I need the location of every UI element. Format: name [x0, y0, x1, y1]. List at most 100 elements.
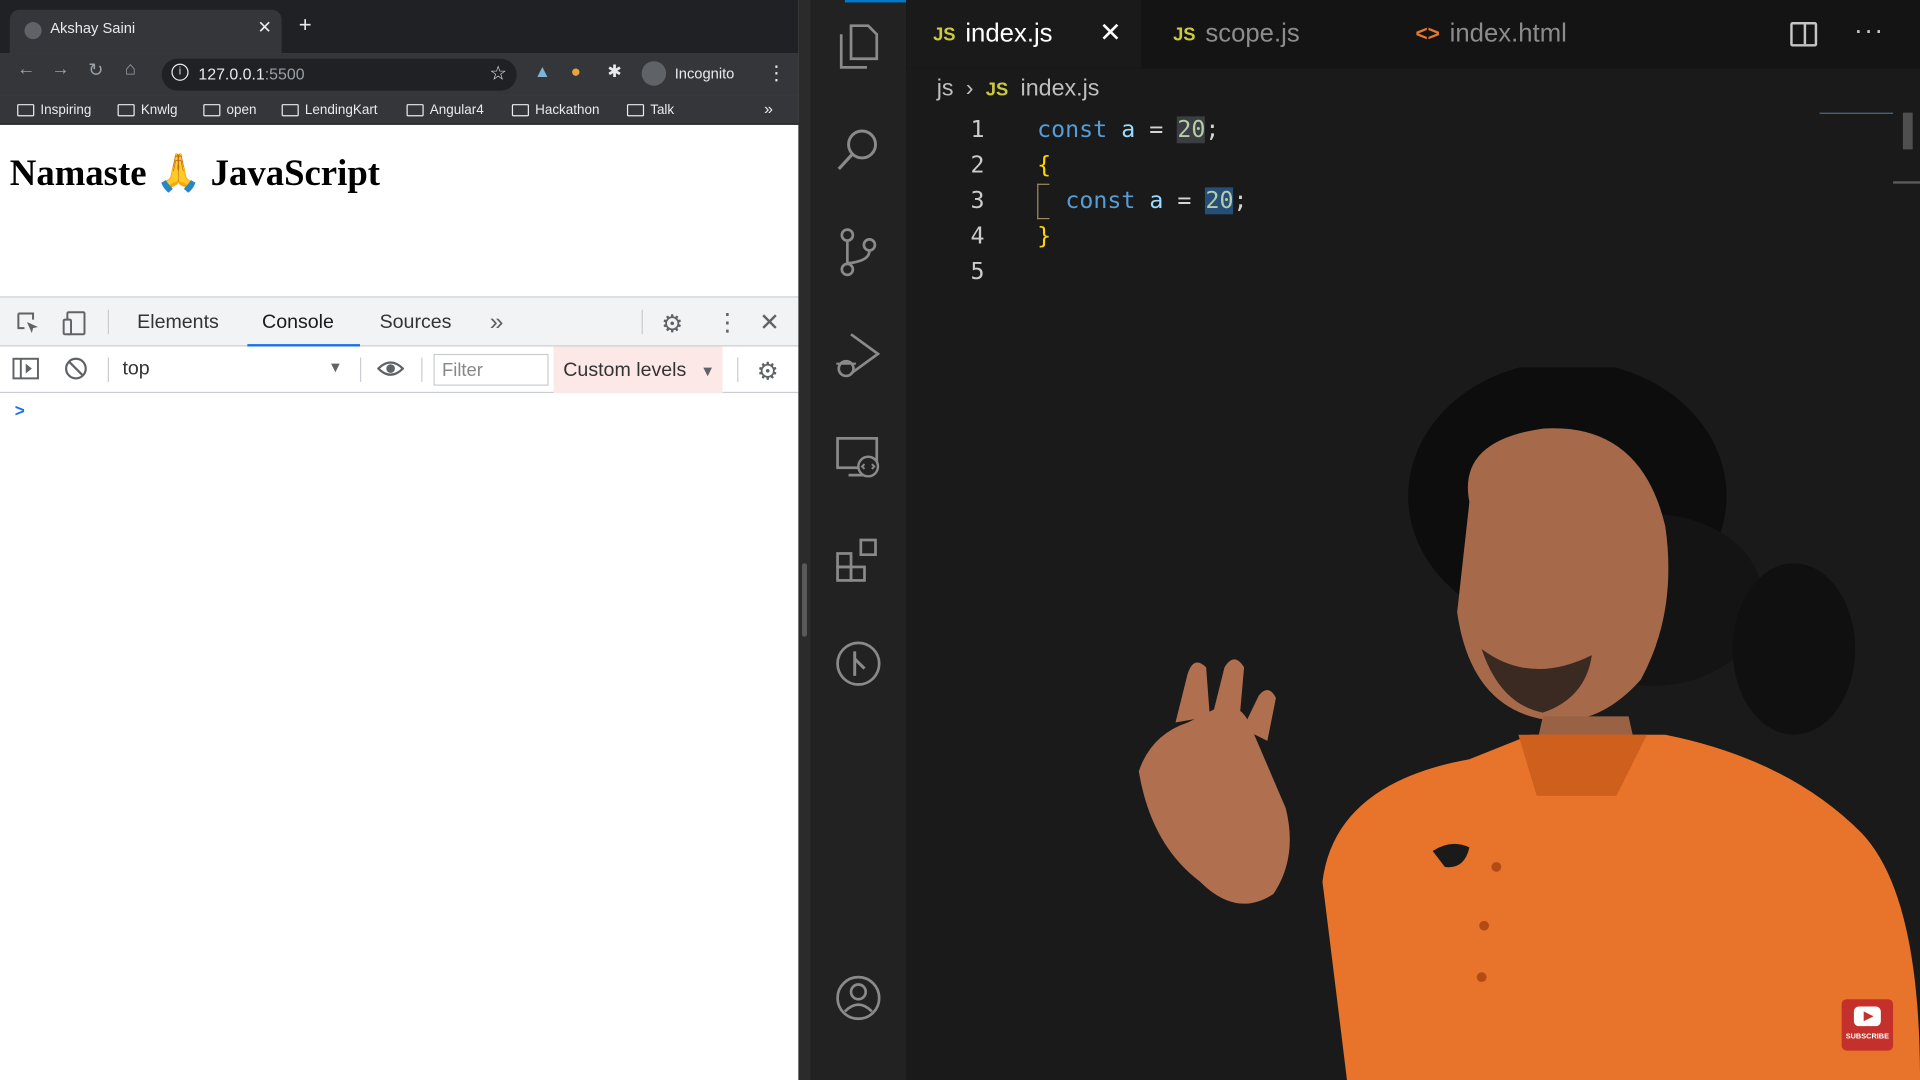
settings-gear-icon[interactable]: ⚙: [661, 309, 683, 340]
divider: [641, 309, 643, 335]
code-text: const a = 20;: [1065, 187, 1248, 215]
close-devtools-icon[interactable]: ✕: [759, 307, 780, 338]
minimap[interactable]: [1819, 112, 1894, 118]
log-levels-dropdown[interactable]: Custom levels ▼: [553, 346, 723, 394]
reload-icon[interactable]: ↻: [88, 59, 103, 81]
bookmark-item[interactable]: Angular4: [406, 100, 484, 120]
editor-scrollbar[interactable]: [1902, 112, 1913, 150]
site-info-icon[interactable]: i: [171, 63, 189, 81]
extensions-puzzle-icon[interactable]: ✱: [607, 61, 621, 82]
incognito-icon[interactable]: [641, 61, 667, 86]
code-line[interactable]: 5: [906, 255, 1920, 291]
extensions-icon[interactable]: [834, 536, 883, 585]
bookmark-item[interactable]: open: [203, 100, 257, 120]
folder-icon: [203, 104, 221, 117]
source-control-icon[interactable]: [834, 228, 883, 277]
devtools-panel: Elements Console Sources » ⚙ ⋮ ✕ top ▼ F…: [0, 296, 799, 1080]
code-text: }: [1037, 222, 1052, 250]
bookmark-item[interactable]: Inspiring: [17, 100, 91, 120]
page-content: Namaste 🙏 JavaScript: [0, 124, 799, 297]
code-line[interactable]: 3 const a = 20;: [906, 183, 1920, 220]
address-bar[interactable]: i 127.0.0.1:5500 ☆: [161, 58, 517, 91]
youtube-play-icon: [1853, 1006, 1881, 1027]
account-icon[interactable]: [834, 973, 883, 1022]
folder-icon: [406, 104, 424, 117]
console-settings-gear-icon[interactable]: ⚙: [757, 356, 779, 387]
subscribe-label: SUBSCRIBE: [1845, 1033, 1890, 1041]
device-toolbar-icon[interactable]: [61, 310, 88, 343]
tab-index-html[interactable]: <> index.html: [1389, 0, 1614, 69]
tab-label: index.js: [965, 19, 1053, 48]
incognito-label: Incognito: [674, 64, 735, 83]
tab-scope-js[interactable]: JS scope.js: [1146, 0, 1386, 69]
chevron-down-icon: ▼: [700, 362, 715, 380]
editor-tabs: JS index.js ✕ JS scope.js <> index.html …: [906, 0, 1920, 69]
divider: [737, 357, 739, 383]
line-number: 3: [970, 187, 985, 215]
close-tab-icon[interactable]: ✕: [257, 17, 271, 38]
code-editor[interactable]: 1 const a = 20; 2 { 3 const a = 20; 4 } …: [906, 113, 1920, 291]
bracket-guide: [1037, 183, 1050, 220]
search-icon[interactable]: [834, 125, 883, 174]
code-line[interactable]: 2 {: [906, 148, 1920, 184]
tab-elements[interactable]: Elements: [137, 312, 219, 334]
overview-ruler-mark: [1893, 181, 1920, 184]
pane-divider: [798, 0, 811, 1080]
activity-accent: [844, 0, 907, 3]
folder-icon: [17, 104, 35, 117]
inspect-element-icon[interactable]: [15, 310, 42, 343]
back-icon[interactable]: ←: [17, 59, 35, 80]
bookmark-star-icon[interactable]: ☆: [489, 61, 507, 85]
activity-bar: [810, 0, 907, 1080]
forward-icon[interactable]: →: [51, 59, 69, 80]
tab-label: scope.js: [1205, 19, 1300, 48]
tab-index-js[interactable]: JS index.js ✕: [906, 0, 1142, 69]
divider: [107, 357, 109, 383]
browser-menu-icon[interactable]: ⋮: [767, 61, 787, 85]
tab-console[interactable]: Console: [262, 312, 334, 334]
html-file-icon: <>: [1415, 22, 1440, 46]
devtools-menu-icon[interactable]: ⋮: [715, 307, 739, 338]
show-sidebar-icon[interactable]: [12, 356, 39, 387]
presenter-figure: [1138, 367, 1920, 1080]
run-debug-icon[interactable]: [834, 331, 883, 380]
console-prompt[interactable]: >: [15, 400, 25, 420]
bookmark-item[interactable]: LendingKart: [281, 100, 378, 120]
resize-handle[interactable]: [802, 563, 807, 637]
new-tab-button[interactable]: +: [299, 12, 312, 38]
browser-tab[interactable]: Akshay Saini ✕: [9, 9, 282, 54]
explorer-files-icon[interactable]: [834, 22, 883, 71]
code-line[interactable]: 1 const a = 20;: [906, 113, 1920, 149]
live-expression-eye-icon[interactable]: [376, 356, 405, 387]
filter-input[interactable]: Filter: [433, 353, 549, 386]
favicon-icon: [24, 22, 42, 40]
bookmark-item[interactable]: Talk: [626, 100, 674, 120]
breadcrumb-file[interactable]: index.js: [1021, 76, 1100, 103]
extension-chart-icon[interactable]: ▲: [534, 61, 551, 81]
git-graph-icon[interactable]: [834, 639, 883, 688]
url-text: 127.0.0.1:5500: [198, 64, 305, 84]
devtools-tabbar: Elements Console Sources » ⚙ ⋮ ✕: [0, 297, 799, 347]
tab-sources[interactable]: Sources: [380, 312, 452, 334]
breadcrumb-folder[interactable]: js: [937, 76, 954, 103]
bookmark-item[interactable]: Knwlg: [117, 100, 178, 120]
bookmarks-overflow-button[interactable]: »: [764, 99, 773, 117]
divider: [421, 357, 423, 383]
divider: [107, 309, 109, 335]
chevron-down-icon[interactable]: ▼: [328, 359, 343, 376]
code-line[interactable]: 4 }: [906, 219, 1920, 255]
more-tabs-button[interactable]: »: [490, 309, 504, 337]
code-text: const a = 20;: [1037, 116, 1220, 144]
context-selector[interactable]: top: [122, 359, 149, 381]
folder-icon: [281, 104, 299, 117]
split-editor-icon[interactable]: [1790, 22, 1818, 47]
bookmark-item[interactable]: Hackathon: [511, 100, 600, 120]
close-icon[interactable]: ✕: [1099, 17, 1122, 49]
home-icon[interactable]: ⌂: [125, 59, 136, 80]
browser-window: Akshay Saini ✕ + ← → ↻ ⌂ i 127.0.0.1:550…: [0, 0, 799, 1080]
remote-explorer-icon[interactable]: [834, 433, 883, 482]
extension-cookie-icon[interactable]: ●: [571, 61, 581, 81]
subscribe-button[interactable]: SUBSCRIBE: [1841, 999, 1894, 1051]
more-actions-icon[interactable]: ···: [1854, 15, 1885, 47]
clear-console-icon[interactable]: [64, 356, 88, 387]
